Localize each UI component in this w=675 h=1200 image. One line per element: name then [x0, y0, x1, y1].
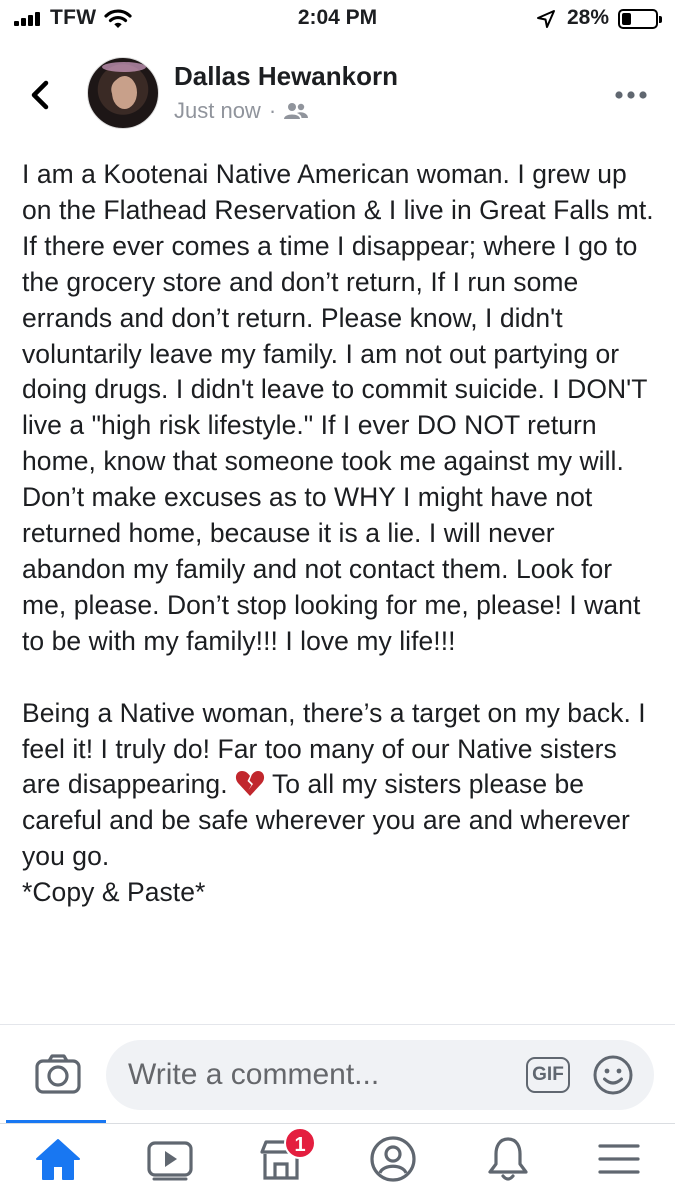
- profile-icon[interactable]: [368, 1134, 418, 1184]
- meta-separator: ·: [268, 98, 277, 123]
- emoji-icon[interactable]: [592, 1054, 634, 1096]
- notifications-icon[interactable]: [483, 1134, 533, 1184]
- post-meta: Just now ·: [174, 98, 309, 124]
- marketplace-badge: 1: [284, 1127, 316, 1159]
- menu-icon[interactable]: [594, 1134, 644, 1184]
- author-name[interactable]: Dallas Hewankorn: [174, 61, 398, 92]
- location-arrow-icon: [537, 10, 555, 28]
- post-body: I am a Kootenai Native American woman. I…: [22, 157, 654, 911]
- tab-bar-border: [0, 1123, 675, 1124]
- watch-icon[interactable]: [145, 1134, 195, 1184]
- post-header: Dallas Hewankorn Just now ·: [0, 52, 675, 142]
- friends-icon: [284, 103, 309, 119]
- back-arrow-icon[interactable]: [26, 78, 56, 112]
- avatar[interactable]: [87, 57, 159, 129]
- divider: [0, 1024, 675, 1025]
- home-icon[interactable]: [33, 1134, 83, 1184]
- comment-input[interactable]: Write a comment... GIF: [106, 1040, 654, 1110]
- comment-placeholder: Write a comment...: [128, 1058, 380, 1091]
- camera-icon[interactable]: [35, 1053, 81, 1095]
- more-options-icon[interactable]: [614, 90, 648, 100]
- post-timestamp[interactable]: Just now: [174, 98, 261, 124]
- post-text-part-1: I am a Kootenai Native American woman. I…: [22, 159, 654, 800]
- battery-icon: [618, 9, 662, 29]
- status-bar: TFW 2:04 PM 28%: [0, 0, 675, 40]
- battery-percent: 28%: [567, 6, 610, 29]
- broken-heart-icon: [235, 771, 265, 797]
- gif-button[interactable]: GIF: [526, 1057, 570, 1093]
